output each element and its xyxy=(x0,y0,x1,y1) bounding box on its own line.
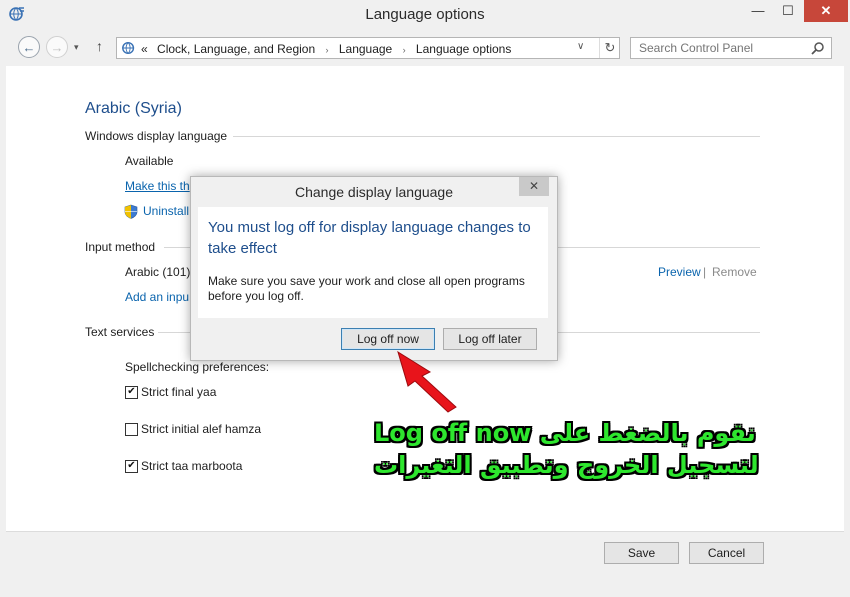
close-button[interactable]: ✕ xyxy=(804,0,848,22)
dialog-body: You must log off for display language ch… xyxy=(198,207,548,318)
address-dropdown-icon[interactable]: ∨ xyxy=(577,41,584,52)
spellcheck-preferences-label: Spellchecking preferences: xyxy=(125,360,270,374)
save-button[interactable]: Save xyxy=(604,542,679,564)
strict-final-yaa-checkbox[interactable]: ✔ xyxy=(125,386,138,399)
breadcrumb-separator: › xyxy=(402,45,406,55)
recent-pages-dropdown[interactable]: ▾ xyxy=(74,42,79,53)
breadcrumb-item-language[interactable]: Language xyxy=(339,42,392,56)
make-primary-language-link[interactable]: Make this th xyxy=(125,179,190,193)
checkbox-label: Strict final yaa xyxy=(141,385,217,399)
refresh-button[interactable]: ↻ xyxy=(599,38,620,58)
uac-shield-icon xyxy=(124,204,138,219)
search-input[interactable] xyxy=(637,40,811,56)
annotation-text-line1: نقوم بالضغط على Log off now xyxy=(374,419,756,447)
section-divider xyxy=(233,136,760,137)
up-button[interactable]: ↑ xyxy=(96,38,103,54)
search-icon[interactable] xyxy=(811,41,825,55)
annotation-text-line2: لتسجيل الخروج وتطبيق التغيرات xyxy=(374,451,759,479)
back-button[interactable]: ← xyxy=(18,36,40,58)
footer-bar: Save Cancel xyxy=(6,531,844,592)
forward-button[interactable]: → xyxy=(46,36,68,58)
title-bar: Language options — ☐ ✕ xyxy=(0,0,850,30)
dialog-content-text: Make sure you save your work and close a… xyxy=(208,274,525,303)
section-text-services: Text services xyxy=(85,325,155,339)
control-panel-icon xyxy=(122,41,135,55)
section-input-method: Input method xyxy=(85,240,156,254)
log-off-later-button[interactable]: Log off later xyxy=(443,328,537,350)
breadcrumb-item-clock-language-region[interactable]: Clock, Language, and Region xyxy=(157,42,315,56)
display-language-status: Available xyxy=(125,154,174,168)
maximize-button[interactable]: ☐ xyxy=(774,0,802,22)
strict-taa-marboota-checkbox[interactable]: ✔ xyxy=(125,460,138,473)
breadcrumb-separator: › xyxy=(325,45,329,55)
uninstall-link[interactable]: Uninstall xyxy=(143,204,189,218)
input-method-item: Arabic (101) xyxy=(125,265,191,279)
search-box[interactable] xyxy=(630,37,832,59)
dialog-main-instruction: You must log off for display language ch… xyxy=(208,219,531,257)
breadcrumb-item-language-options[interactable]: Language options xyxy=(416,42,511,56)
change-display-language-dialog: Change display language ✕ You must log o… xyxy=(190,176,558,361)
navigation-bar: ← → ▾ ↑ « Clock, Language, and Region › … xyxy=(6,32,844,64)
strict-initial-alef-hamza-checkbox[interactable] xyxy=(125,423,138,436)
preview-link[interactable]: Preview xyxy=(658,265,701,279)
add-input-method-link[interactable]: Add an inpu xyxy=(125,290,189,304)
checkbox-label: Strict initial alef hamza xyxy=(141,422,262,436)
control-panel-window: Language options — ☐ ✕ ← → ▾ ↑ « Clock, … xyxy=(0,0,850,597)
breadcrumb: « Clock, Language, and Region › Language… xyxy=(141,42,511,56)
log-off-now-button[interactable]: Log off now xyxy=(341,328,435,350)
window-title: Language options xyxy=(365,6,485,23)
cancel-button[interactable]: Cancel xyxy=(689,542,764,564)
section-windows-display-language: Windows display language xyxy=(85,129,228,143)
address-bar[interactable]: « Clock, Language, and Region › Language… xyxy=(116,37,620,59)
checkbox-label: Strict taa marboota xyxy=(141,459,243,473)
dialog-close-button[interactable]: ✕ xyxy=(519,177,549,196)
dialog-title: Change display language xyxy=(294,184,453,200)
remove-link[interactable]: Remove xyxy=(712,265,757,279)
breadcrumb-overflow[interactable]: « xyxy=(141,42,148,56)
minimize-button[interactable]: — xyxy=(744,0,772,22)
page-title: Arabic (Syria) xyxy=(85,100,182,117)
link-divider: | xyxy=(703,265,707,279)
